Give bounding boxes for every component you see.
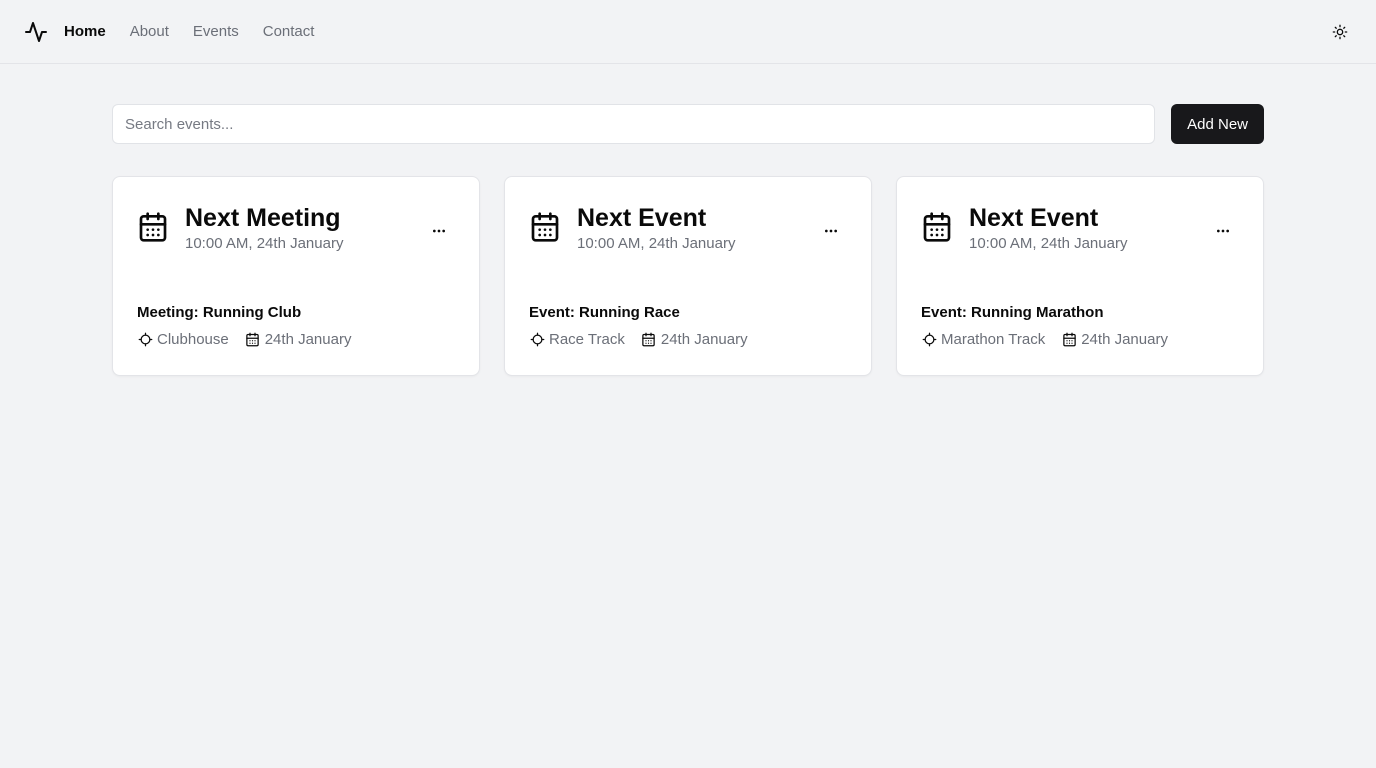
nav-events-link[interactable]: Events <box>193 23 239 40</box>
calendar-icon <box>923 212 951 242</box>
calendar-icon <box>531 212 559 242</box>
card-subtitle: 10:00 AM, 24th January <box>185 235 344 252</box>
top-header: Home About Events Contact <box>0 0 1376 64</box>
card-title: Next Meeting <box>185 204 341 232</box>
calendar-icon <box>245 332 261 348</box>
location-icon <box>921 332 937 348</box>
event-date: 24th January <box>264 331 352 348</box>
nav-about-link[interactable]: About <box>130 23 169 40</box>
event-card: Next Meeting 10:00 AM, 24th January Meet… <box>112 176 480 376</box>
search-input[interactable] <box>112 104 1156 144</box>
event-location: Clubhouse <box>157 331 229 348</box>
card-title: Next Event <box>969 204 1099 232</box>
ellipsis-icon <box>825 229 837 233</box>
event-name: Meeting: Running Club <box>137 304 302 321</box>
event-name: Event: Running Marathon <box>921 304 1104 321</box>
nav-home-link[interactable]: Home <box>64 23 106 40</box>
more-options-button[interactable] <box>1207 217 1239 245</box>
toolbar: Add New <box>112 104 1264 144</box>
theme-toggle-button[interactable] <box>1324 16 1356 48</box>
event-date: 24th January <box>1081 331 1168 348</box>
sun-icon <box>1332 24 1348 39</box>
card-title: Next Event <box>577 204 707 232</box>
card-subtitle: 10:00 AM, 24th January <box>577 235 736 252</box>
activity-icon[interactable] <box>24 20 48 44</box>
nav-contact-link[interactable]: Contact <box>263 23 315 40</box>
calendar-icon <box>641 332 657 348</box>
event-card: Next Event 10:00 AM, 24th January Event:… <box>896 176 1264 376</box>
calendar-icon <box>139 212 167 242</box>
main-nav: Home About Events Contact <box>64 23 314 40</box>
more-options-button[interactable] <box>815 217 847 245</box>
card-subtitle: 10:00 AM, 24th January <box>969 235 1128 252</box>
more-options-button[interactable] <box>423 217 455 245</box>
main-content: Add New Next Meeting 10:00 AM, 24th Janu… <box>112 104 1264 376</box>
add-new-button[interactable]: Add New <box>1171 104 1264 144</box>
event-location: Marathon Track <box>941 331 1046 348</box>
location-icon <box>529 332 545 348</box>
event-name: Event: Running Race <box>529 304 680 321</box>
event-cards: Next Meeting 10:00 AM, 24th January Meet… <box>112 176 1264 376</box>
ellipsis-icon <box>433 229 445 233</box>
calendar-icon <box>1061 332 1077 348</box>
ellipsis-icon <box>1217 229 1229 233</box>
location-icon <box>137 332 153 348</box>
event-location: Race Track <box>549 331 625 348</box>
event-card: Next Event 10:00 AM, 24th January Event:… <box>504 176 872 376</box>
event-date: 24th January <box>660 331 748 348</box>
